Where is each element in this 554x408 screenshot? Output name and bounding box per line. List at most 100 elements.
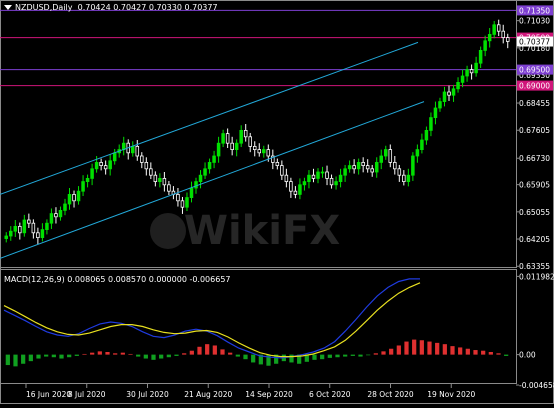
symbol-label: NZDUSD,Daily [15,3,73,12]
price-axis-label: 0.66730 [519,154,550,163]
candle-body [149,168,153,176]
candle-body [347,165,352,170]
time-axis-label: 16 Jun 2020 [26,390,71,399]
candle-body [90,168,94,179]
candle-body [361,161,365,166]
candle-body [469,69,474,74]
candle-body [72,193,76,202]
candle-body [248,136,252,147]
candle-body [108,160,112,170]
candle-body [85,177,90,182]
macd-line-macd [3,278,420,359]
time-axis-label: 8 Jul 2020 [68,390,106,399]
candle-body [262,149,266,154]
macd-axis-label: 0.011982 [519,272,554,281]
price-axis-label: 0.67605 [519,126,550,135]
candle-body [36,232,40,239]
candle-body [112,152,117,162]
candle-body [252,145,257,150]
candle-body [374,161,379,173]
candle-body [207,161,212,170]
candle-body [402,174,406,182]
candle-body [298,184,302,195]
candle-body [501,30,505,39]
candle-body [284,174,289,182]
candle-body [49,213,54,224]
candle-body [483,40,487,51]
candle-body [230,142,234,150]
candle-body [99,161,103,166]
candle-body [76,190,81,202]
price-chart-svg: WikiFX0.710300.701800.693300.684550.6760… [0,0,554,404]
candle-body [415,149,420,157]
candle-body [456,82,460,90]
candle-body [406,174,411,182]
candle-body [9,230,13,237]
candle-body [338,174,343,182]
candle-body [451,88,456,96]
time-axis-label: 30 Jul 2020 [126,390,169,399]
candle-body [487,34,492,42]
candle-body [293,190,298,195]
candle-body [198,174,203,182]
candle-body [158,177,162,182]
candle-body [411,155,415,176]
candle-body [176,193,180,202]
candle-body [140,155,144,163]
price-axis-label: 0.68455 [519,99,550,108]
candle-body [352,165,356,170]
candle-body [302,181,307,186]
candle-body [216,142,221,157]
candle-body [194,181,198,189]
macd-panel-frame [0,269,517,384]
candle-body [311,174,316,179]
candle-body [289,181,293,192]
candle-body [58,209,63,218]
collapse-triangle-icon[interactable] [4,5,12,10]
candle-body [135,145,140,157]
macd-axis-label: 0.00 [519,351,536,360]
candle-body [307,174,311,182]
time-axis-label: 6 Oct 2020 [309,390,351,399]
candle-body [280,165,284,176]
candle-body [329,177,334,186]
candle-body [257,149,262,154]
chart-window: WikiFX 0.71030 0.70180 0.69330 0.68455 0.6760… [0,0,554,404]
candle-body [212,155,216,163]
candle-body [492,24,496,35]
candle-body [40,229,45,239]
time-axis-label: 19 Nov 2020 [427,390,475,399]
price-axis-label: 0.65055 [519,208,550,217]
candle-body [131,145,135,154]
candle-body [243,129,248,138]
candle-body [103,165,108,170]
candle-body [384,149,388,157]
candle-body [185,197,189,208]
time-axis-label: 14 Sep 2020 [245,390,293,399]
ohlc-values: 0.70424 0.70427 0.70330 0.70377 [77,3,218,12]
candle-body [63,203,67,211]
candle-body [356,161,361,170]
level-label-text: 0.70377 [519,38,550,47]
candle-body [397,168,402,176]
candle-body [81,181,85,192]
macd-line-signal [3,282,421,358]
candle-body [316,171,320,179]
macd-header: MACD(12,26,9) 0.008065 0.008570 0.000000… [4,275,231,284]
time-axis-label: 21 Aug 2020 [184,390,232,399]
candle-body [343,168,347,176]
candle-body [203,168,207,176]
candle-body [167,184,171,192]
candle-body [189,187,194,199]
candle-body [447,91,451,96]
candle-body [388,149,393,163]
candle-body [239,129,243,144]
candle-body [496,24,501,32]
candle-body [365,165,370,170]
watermark-logo-icon [150,213,186,249]
channel-upper-line [0,41,419,195]
candle-body [54,213,58,218]
candle-body [370,168,374,173]
candle-body [162,177,167,186]
window-frame [0,0,554,404]
